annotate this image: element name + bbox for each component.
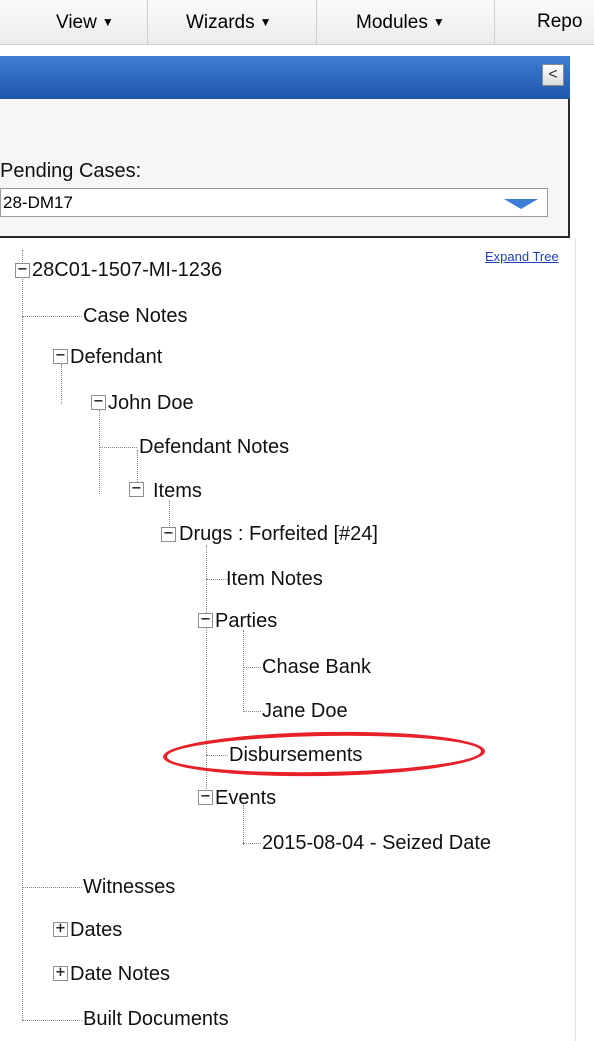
tree-node-seized-date[interactable]: 2015-08-04 - Seized Date	[262, 832, 491, 855]
collapse-parties-toggle[interactable]: −	[198, 613, 213, 628]
tree-node-item-notes[interactable]: Item Notes	[226, 568, 323, 591]
tree-connector	[206, 579, 228, 580]
tree-connector	[243, 667, 261, 668]
collapse-drugs-toggle[interactable]: −	[161, 527, 176, 542]
pending-cases-value: 28-DM17	[3, 193, 73, 212]
tree-connector	[99, 447, 137, 448]
tree-connector	[22, 887, 82, 888]
expand-dates-toggle[interactable]: +	[53, 922, 68, 937]
tree-node-defendant-notes[interactable]: Defendant Notes	[139, 436, 289, 459]
tree-node-chase-bank[interactable]: Chase Bank	[262, 656, 371, 679]
view-menu[interactable]: View ▼	[56, 0, 114, 44]
reports-menu[interactable]: Repo	[537, 0, 582, 44]
wizards-menu[interactable]: Wizards ▼	[186, 0, 272, 44]
tree-node-dates[interactable]: Dates	[70, 919, 122, 942]
wizards-menu-label: Wizards	[186, 12, 255, 33]
collapse-root-toggle[interactable]: −	[15, 263, 30, 278]
pending-cases-label: Pending Cases:	[0, 160, 142, 182]
tree-connector	[206, 545, 207, 797]
panel-header-bar: <	[0, 56, 570, 99]
collapse-items-toggle[interactable]: −	[129, 482, 144, 497]
menu-separator	[316, 0, 317, 44]
tree-connector	[243, 805, 244, 845]
menu-separator	[147, 0, 148, 44]
expand-date-notes-toggle[interactable]: +	[53, 966, 68, 981]
reports-menu-label: Repo	[537, 11, 583, 32]
tree-node-witnesses[interactable]: Witnesses	[83, 876, 175, 899]
tree-connector	[22, 1020, 82, 1021]
tree-node-date-notes[interactable]: Date Notes	[70, 963, 170, 986]
tree-node-jane-doe[interactable]: Jane Doe	[262, 700, 348, 723]
tree-node-john-doe[interactable]: John Doe	[108, 392, 194, 415]
tree-node-items[interactable]: Items	[153, 480, 202, 503]
chevron-left-icon: <	[548, 66, 558, 83]
wizards-caret-icon: ▼	[259, 15, 272, 29]
panel-edge	[575, 238, 576, 1041]
tree-node-case-notes[interactable]: Case Notes	[83, 305, 188, 328]
collapse-events-toggle[interactable]: −	[198, 790, 213, 805]
tree-node-drugs-forfeited[interactable]: Drugs : Forfeited [#24]	[179, 523, 378, 546]
tree-node-defendant[interactable]: Defendant	[70, 346, 162, 369]
tree-node-parties[interactable]: Parties	[215, 610, 277, 633]
tree-connector	[99, 410, 100, 494]
modules-menu[interactable]: Modules ▼	[356, 0, 445, 44]
tree-node-case-number[interactable]: 28C01-1507-MI-1236	[32, 259, 222, 282]
tree-node-events[interactable]: Events	[215, 787, 276, 810]
pending-cases-panel: Pending Cases: 28-DM17	[0, 99, 570, 238]
tree-connector	[243, 630, 244, 712]
tree-connector	[61, 364, 62, 404]
view-caret-icon: ▼	[101, 15, 114, 29]
tree-connector	[22, 250, 23, 1020]
menu-separator	[494, 0, 495, 44]
tree-node-built-documents[interactable]: Built Documents	[83, 1008, 229, 1031]
collapse-john-doe-toggle[interactable]: −	[91, 395, 106, 410]
pending-cases-select[interactable]: 28-DM17	[0, 188, 548, 217]
tree-connector	[243, 711, 261, 712]
modules-menu-label: Modules	[356, 12, 428, 33]
tree-node-disbursements[interactable]: Disbursements	[229, 744, 362, 767]
menu-bar: View ▼ Wizards ▼ Modules ▼ Repo	[0, 0, 594, 45]
modules-caret-icon: ▼	[432, 15, 445, 29]
tree-connector	[206, 755, 228, 756]
collapse-panel-button[interactable]: <	[542, 64, 564, 86]
collapse-defendant-toggle[interactable]: −	[53, 349, 68, 364]
tree-connector	[22, 316, 82, 317]
view-menu-label: View	[56, 12, 97, 33]
tree-connector	[243, 843, 261, 844]
dropdown-arrow-icon[interactable]	[504, 199, 538, 209]
expand-tree-link[interactable]: Expand Tree	[485, 249, 559, 264]
